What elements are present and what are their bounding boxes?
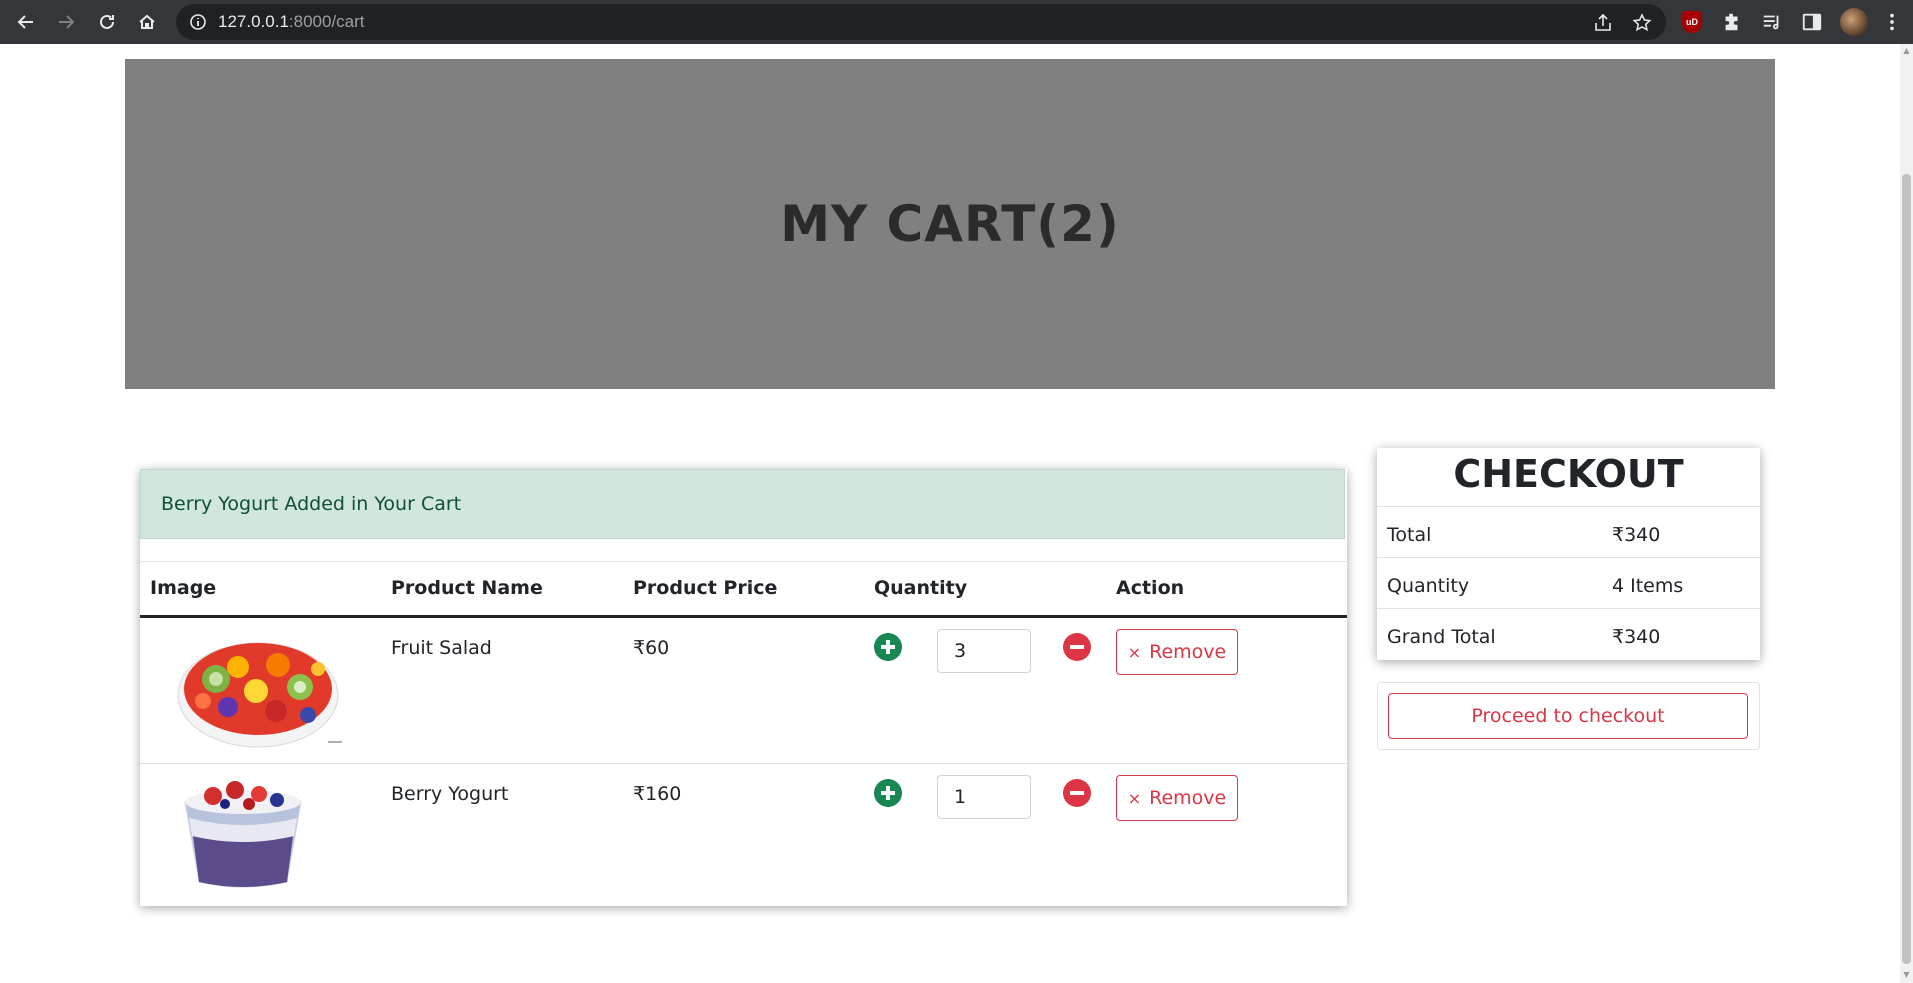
- puzzle-icon: [1725, 13, 1738, 31]
- increase-quantity-icon[interactable]: [874, 779, 902, 807]
- checkout-divider: [1377, 557, 1760, 558]
- decrease-quantity-icon[interactable]: [1063, 633, 1091, 661]
- close-icon: ×: [1127, 642, 1142, 662]
- scroll-up-arrow-icon[interactable]: ▲: [1902, 46, 1911, 56]
- side-panel-button[interactable]: [1800, 10, 1824, 34]
- cart-card: Berry Yogurt Added in Your Cart Image Pr…: [140, 469, 1347, 906]
- column-header-quantity: Quantity: [874, 577, 968, 599]
- url-text: 127.0.0.1:8000/cart: [218, 12, 365, 32]
- remove-button[interactable]: × Remove: [1116, 775, 1238, 821]
- ublock-icon: uD: [1682, 11, 1702, 33]
- product-price-fruit-salad: ₹60: [633, 637, 670, 659]
- url-host: 127.0.0.1: [218, 12, 289, 31]
- kebab-menu-icon: [1890, 13, 1894, 31]
- checkout-divider: [1377, 506, 1760, 507]
- scrollbar-thumb[interactable]: [1902, 174, 1911, 964]
- url-path: :8000/cart: [288, 12, 365, 31]
- back-button[interactable]: [10, 6, 42, 38]
- reload-button[interactable]: [91, 6, 123, 38]
- remove-label: Remove: [1149, 641, 1227, 663]
- alert-message: Berry Yogurt Added in Your Cart: [161, 493, 462, 515]
- checkout-grand-total-label: Grand Total: [1387, 626, 1496, 648]
- checkout-quantity-label: Quantity: [1387, 575, 1470, 597]
- quantity-value: 1: [954, 786, 967, 808]
- page-content: MY CART(2) Berry Yogurt Added in Your Ca…: [0, 44, 1900, 983]
- remove-button[interactable]: × Remove: [1116, 629, 1238, 675]
- profile-button[interactable]: [1840, 8, 1868, 36]
- checkout-grand-total-value: ₹340: [1612, 626, 1661, 648]
- remove-label: Remove: [1149, 787, 1227, 809]
- column-header-product-price: Product Price: [633, 577, 778, 599]
- quantity-input[interactable]: 3: [937, 629, 1031, 673]
- checkout-title: CHECKOUT: [1453, 452, 1684, 496]
- product-name-berry-yogurt: Berry Yogurt: [391, 783, 509, 805]
- increase-quantity-icon[interactable]: [874, 633, 902, 661]
- table-top-border: [140, 561, 1347, 562]
- reading-list-icon: [1763, 15, 1779, 30]
- reload-icon: [100, 14, 114, 29]
- fruit-salad-image: [177, 642, 342, 748]
- browser-menu-button[interactable]: [1880, 10, 1904, 34]
- berry-yogurt-image: [184, 781, 302, 888]
- page-title: MY CART(2): [780, 195, 1120, 253]
- scroll-down-arrow-icon[interactable]: ▼: [1902, 970, 1911, 980]
- column-header-action: Action: [1116, 577, 1185, 599]
- product-price-berry-yogurt: ₹160: [633, 783, 682, 805]
- browser-toolbar: 127.0.0.1:8000/cart uD: [0, 0, 1913, 44]
- table-header-divider: [140, 615, 1347, 618]
- home-icon: [139, 14, 155, 29]
- column-header-product-name: Product Name: [391, 577, 543, 599]
- product-name-fruit-salad: Fruit Salad: [391, 637, 492, 659]
- reading-list-button[interactable]: [1760, 10, 1784, 34]
- proceed-label: Proceed to checkout: [1471, 705, 1665, 727]
- table-row-divider: [140, 763, 1347, 764]
- address-bar[interactable]: 127.0.0.1:8000/cart: [176, 4, 1666, 40]
- bookmark-star-icon[interactable]: [1631, 12, 1653, 34]
- site-info-icon[interactable]: [188, 12, 208, 32]
- ublock-extension-button[interactable]: uD: [1680, 10, 1704, 34]
- proceed-to-checkout-button[interactable]: Proceed to checkout: [1388, 693, 1748, 739]
- checkout-total-value: ₹340: [1612, 524, 1661, 546]
- arrow-left-icon: [17, 15, 33, 29]
- home-button[interactable]: [131, 6, 163, 38]
- checkout-card: CHECKOUT Total ₹340 Quantity 4 Items Gra…: [1377, 448, 1760, 660]
- checkout-divider: [1377, 608, 1760, 609]
- close-icon: ×: [1127, 788, 1142, 808]
- success-alert: Berry Yogurt Added in Your Cart: [140, 469, 1345, 539]
- quantity-value: 3: [954, 640, 967, 662]
- cart-banner: MY CART(2): [125, 59, 1775, 389]
- forward-button[interactable]: [50, 6, 82, 38]
- checkout-quantity-value: 4 Items: [1612, 575, 1684, 597]
- extensions-button[interactable]: [1720, 10, 1744, 34]
- share-icon[interactable]: [1592, 12, 1614, 34]
- column-header-image: Image: [150, 577, 217, 599]
- checkout-total-label: Total: [1387, 524, 1432, 546]
- proceed-container: Proceed to checkout: [1377, 682, 1760, 750]
- arrow-right-icon: [59, 15, 75, 29]
- decrease-quantity-icon[interactable]: [1063, 779, 1091, 807]
- quantity-input[interactable]: 1: [937, 775, 1031, 819]
- side-panel-icon: [1802, 13, 1822, 31]
- avatar: [1840, 8, 1868, 36]
